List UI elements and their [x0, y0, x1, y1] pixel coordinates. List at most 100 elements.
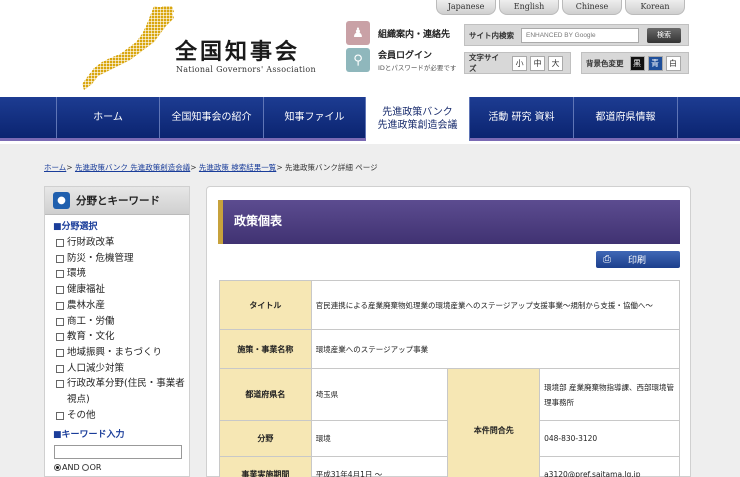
- color-control: 背景色変更 黒 青 白: [581, 52, 689, 74]
- category-label: 行政改革分野(住民・事業者視点): [67, 378, 185, 406]
- lang-japanese[interactable]: Japanese: [436, 0, 496, 15]
- category-label: 健康福祉: [67, 284, 106, 296]
- contact-department: 環境部 産業廃棄物指導課、西部環境管理事務所: [539, 368, 680, 421]
- main-nav: ホーム 全国知事会の紹介 知事ファイル 先進政策バンク 先進政策創造会議 活動 …: [0, 97, 740, 141]
- checkbox[interactable]: [56, 411, 64, 420]
- category-item[interactable]: 農林水産: [56, 298, 189, 314]
- color-black[interactable]: 黒: [629, 55, 645, 71]
- sidebar-title: 分野とキーワード: [76, 195, 160, 207]
- radio-and[interactable]: [54, 464, 61, 472]
- checkbox[interactable]: [56, 333, 64, 342]
- category-item[interactable]: その他: [56, 408, 189, 424]
- breadcrumb-results[interactable]: 先進政策 検索結果一覧: [199, 163, 276, 172]
- sidebar-header: ● 分野とキーワード: [45, 187, 189, 215]
- print-label: 印刷: [628, 256, 647, 266]
- title-header: タイトル: [219, 280, 312, 330]
- color-blue[interactable]: 青: [647, 55, 663, 71]
- category-item[interactable]: 行財政改革: [56, 235, 189, 251]
- lang-korean[interactable]: Korean: [625, 0, 685, 15]
- category-item[interactable]: 防災・危機管理: [56, 251, 189, 267]
- checkbox[interactable]: [56, 364, 64, 373]
- radio-and-label: AND: [62, 463, 80, 473]
- checkbox[interactable]: [56, 317, 64, 326]
- checkbox[interactable]: [56, 301, 64, 310]
- radio-or[interactable]: [81, 464, 89, 472]
- site-header: 全国知事会 National Governors' Association ♟ …: [0, 0, 740, 97]
- category-list: 行財政改革 防災・危機管理 環境 健康福祉 農林水産 商工・労働 教育・文化 地…: [56, 235, 189, 423]
- contact-label: 組織案内・連絡先: [378, 29, 451, 40]
- category-section-title: ■分野選択: [53, 222, 98, 232]
- contact-phone: 048-830-3120: [539, 420, 680, 457]
- site-search: サイト内検索 ENHANCED BY Google 検索: [464, 24, 689, 46]
- search-sidebar: ● 分野とキーワード ■分野選択 行財政改革 防災・危機管理 環境 健康福祉 農…: [44, 186, 190, 477]
- breadcrumb: ホーム> 先進政策バンク 先進政策創造会議> 先進政策 検索結果一覧> 先進政策…: [44, 162, 378, 173]
- nav-prefectures[interactable]: 都道府県情報: [574, 97, 678, 138]
- language-tabs: Japanese English Chinese Korean: [436, 0, 685, 15]
- logo-subtitle: National Governors' Association: [176, 65, 316, 74]
- checkbox[interactable]: [56, 239, 64, 247]
- nav-activities[interactable]: 活動 研究 資料: [470, 97, 574, 138]
- contact-email[interactable]: a3120@pref.saitama.lg.jp: [539, 456, 680, 477]
- category-label: 地域振興・まちづくり: [67, 346, 163, 358]
- print-button[interactable]: ⎙ 印刷: [596, 251, 680, 268]
- prefecture-value: 埼玉県: [310, 368, 449, 421]
- breadcrumb-sep: >: [66, 163, 73, 172]
- search-icon: ●: [53, 192, 70, 209]
- checkbox[interactable]: [56, 348, 64, 357]
- search-label: サイト内検索: [469, 30, 514, 40]
- font-size-medium[interactable]: 中: [530, 55, 546, 71]
- logo-title[interactable]: 全国知事会: [175, 34, 300, 66]
- color-label: 背景色変更: [586, 58, 624, 68]
- breadcrumb-home[interactable]: ホーム: [44, 163, 66, 172]
- keyword-section-title: ■キーワード入力: [53, 430, 125, 441]
- category-item[interactable]: 環境: [56, 266, 189, 282]
- prefecture-header: 都道府県名: [219, 368, 312, 421]
- contact-link[interactable]: ♟ 組織案内・連絡先: [346, 21, 450, 45]
- page-title: 政策個表: [218, 200, 680, 244]
- lang-english[interactable]: English: [499, 0, 559, 15]
- category-label: 環境: [67, 268, 87, 280]
- field-header: 分野: [219, 420, 312, 457]
- search-input[interactable]: ENHANCED BY Google: [521, 27, 639, 43]
- nav-governors[interactable]: 知事ファイル: [264, 97, 366, 138]
- search-button[interactable]: 検索: [647, 27, 681, 43]
- nav-policy-bank[interactable]: 先進政策バンク 先進政策創造会議: [366, 97, 470, 141]
- login-label: 会員ログイン: [378, 51, 433, 61]
- category-item[interactable]: 健康福祉: [56, 282, 189, 298]
- color-white[interactable]: 白: [665, 55, 681, 71]
- category-label: 教育・文化: [67, 331, 115, 343]
- font-size-control: 文字サイズ 小 中 大: [464, 52, 571, 74]
- nav-home[interactable]: ホーム: [56, 97, 160, 138]
- category-label: 行財政改革: [67, 237, 115, 248]
- project-value: 環境産業へのステージアップ事業: [310, 329, 681, 369]
- nav-about[interactable]: 全国知事会の紹介: [160, 97, 264, 138]
- category-item[interactable]: 行政改革分野(住民・事業者視点): [56, 376, 189, 407]
- font-size-large[interactable]: 大: [548, 55, 563, 71]
- login-note: IDとパスワードが必要です: [378, 64, 457, 72]
- japan-map-logo[interactable]: [80, 4, 176, 92]
- logic-radio-group: AND OR: [54, 463, 189, 472]
- period-header: 事業実施期間: [219, 456, 312, 477]
- category-item[interactable]: 教育・文化: [56, 329, 189, 345]
- lock-icon: ⚲: [346, 48, 370, 72]
- category-item[interactable]: 地域振興・まちづくり: [56, 345, 189, 361]
- table-row: 施策・事業名称 環境産業へのステージアップ事業: [219, 329, 681, 369]
- project-header: 施策・事業名称: [219, 329, 312, 369]
- contact-header: 本件問合先: [447, 368, 541, 477]
- lang-chinese[interactable]: Chinese: [562, 0, 622, 15]
- policy-detail-panel: 政策個表 ⎙ 印刷 タイトル 官民連携による産業廃棄物処理業の環境産業へのステー…: [206, 186, 691, 477]
- checkbox[interactable]: [56, 270, 64, 279]
- font-size-small[interactable]: 小: [512, 55, 528, 71]
- login-link[interactable]: ⚲ 会員ログイン IDとパスワードが必要です: [346, 48, 456, 72]
- category-label: 防災・危機管理: [67, 252, 134, 264]
- people-icon: ♟: [346, 21, 370, 45]
- checkbox[interactable]: [56, 286, 64, 295]
- keyword-input[interactable]: [54, 445, 182, 460]
- breadcrumb-sep: >: [276, 163, 283, 172]
- breadcrumb-policy-bank[interactable]: 先進政策バンク 先進政策創造会議: [75, 163, 190, 172]
- checkbox[interactable]: [56, 254, 64, 263]
- category-item[interactable]: 商工・労働: [56, 314, 189, 330]
- checkbox[interactable]: [56, 380, 64, 389]
- title-value: 官民連携による産業廃棄物処理業の環境産業へのステージアップ支援事業～規制から支援…: [310, 280, 681, 330]
- category-item[interactable]: 人口減少対策: [56, 361, 189, 377]
